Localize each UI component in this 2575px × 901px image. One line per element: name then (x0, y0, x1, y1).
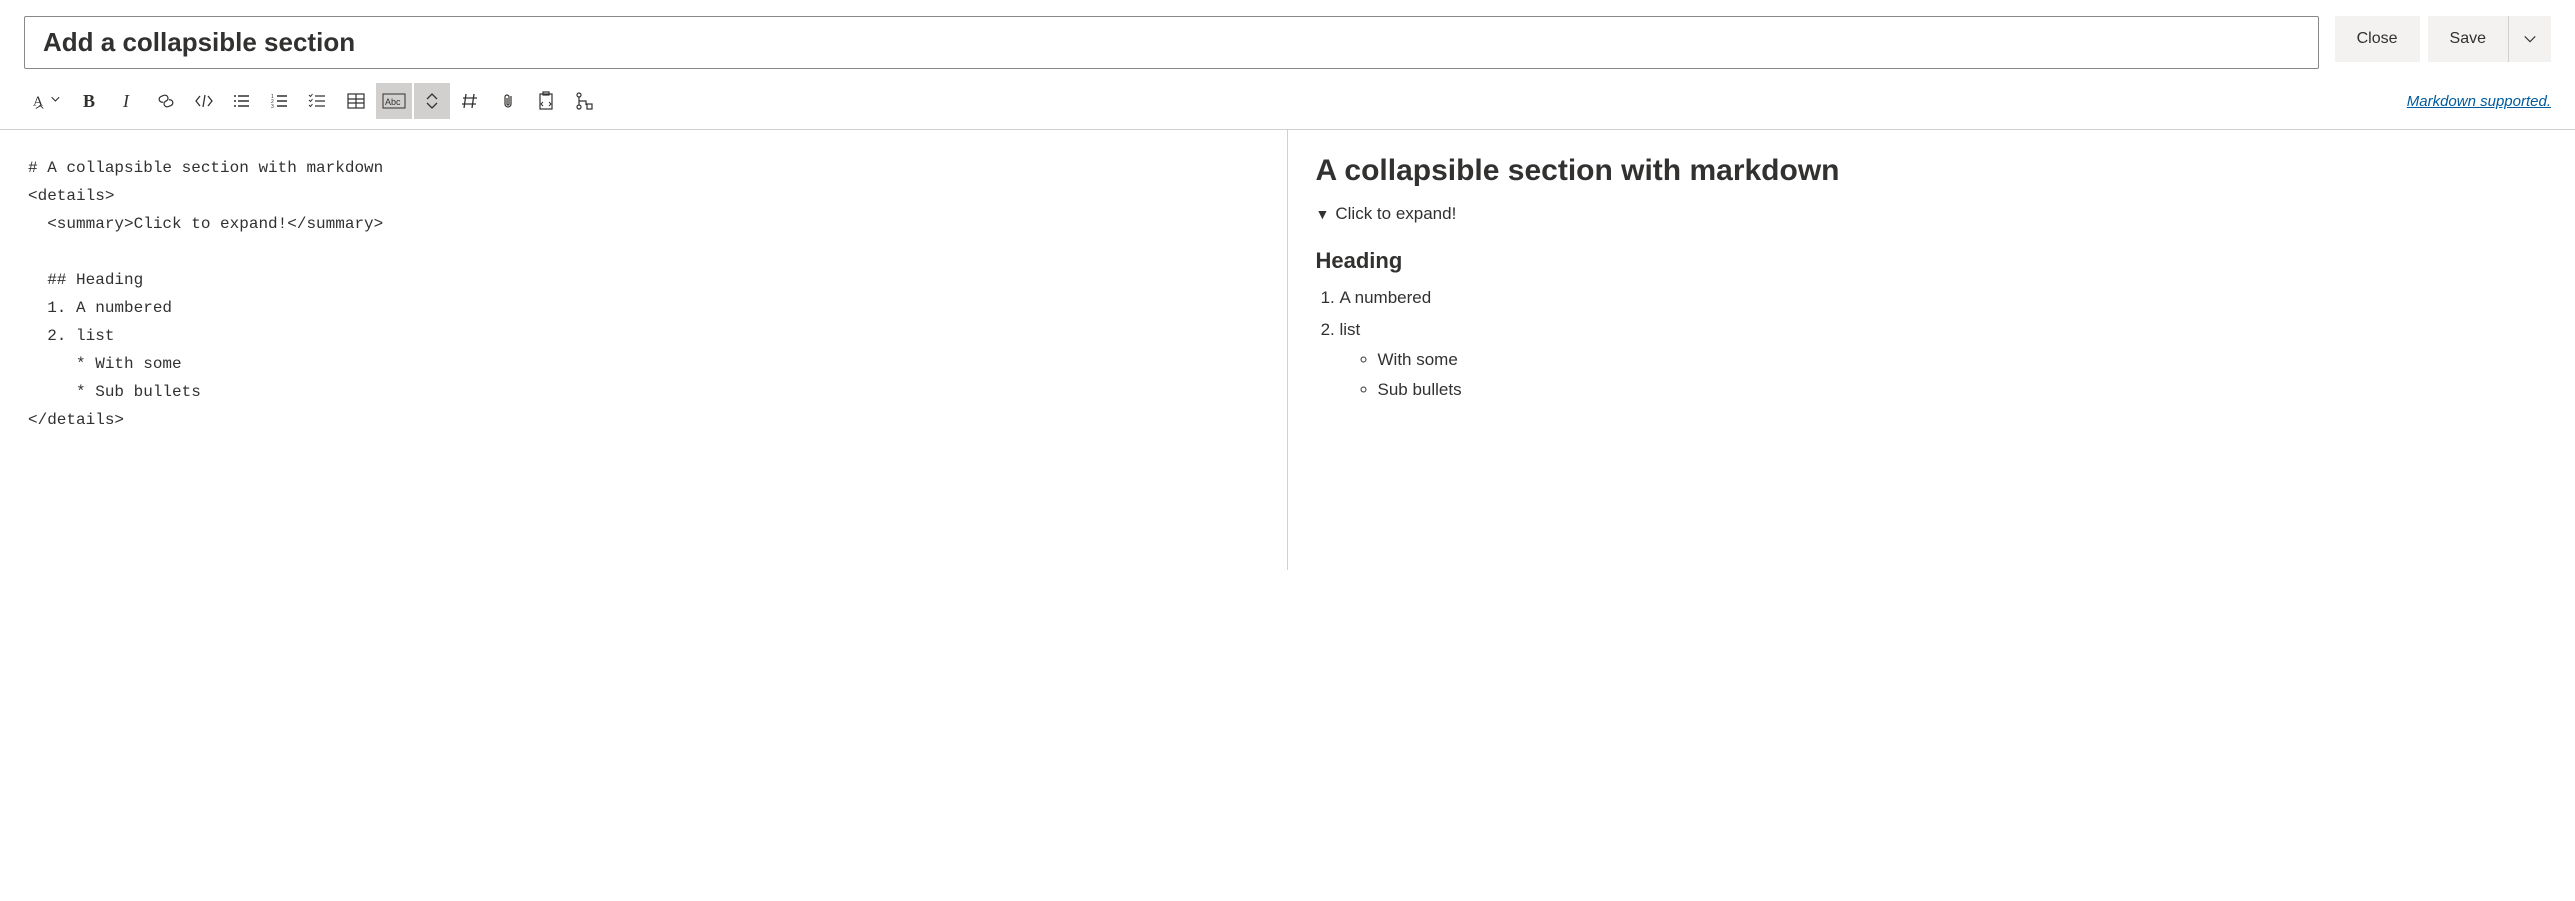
mention-button[interactable] (452, 83, 488, 119)
text-format-button[interactable]: A (24, 83, 70, 119)
svg-text:3: 3 (271, 104, 274, 110)
checklist-button[interactable] (300, 83, 336, 119)
attachment-button[interactable] (490, 83, 526, 119)
close-button[interactable]: Close (2335, 16, 2420, 62)
numbered-list-icon: 123 (270, 91, 290, 111)
markdown-editor[interactable]: # A collapsible section with markdown <d… (0, 130, 1288, 570)
table-button[interactable] (338, 83, 374, 119)
markdown-supported-link[interactable]: Markdown supported. (2407, 93, 2551, 110)
checklist-icon (308, 91, 328, 111)
list-item: With some (1378, 350, 2548, 370)
bullet-list-icon (232, 91, 252, 111)
code-button[interactable] (186, 83, 222, 119)
formatting-toolbar: A B I 123 Abc (24, 83, 602, 119)
save-dropdown-button[interactable] (2509, 16, 2551, 62)
abc-icon: Abc (382, 93, 406, 109)
preview-heading-1: A collapsible section with markdown (1316, 154, 2548, 188)
list-item: Sub bullets (1378, 380, 2548, 400)
list-item: A numbered (1340, 288, 2548, 308)
italic-button[interactable]: I (110, 83, 146, 119)
expand-collapse-icon (422, 91, 442, 111)
list-item: list With some Sub bullets (1340, 320, 2548, 400)
svg-text:B: B (83, 91, 95, 111)
details-summary[interactable]: ▼ Click to expand! (1316, 204, 2548, 224)
summary-text: Click to expand! (1335, 204, 1456, 224)
numbered-list-button[interactable]: 123 (262, 83, 298, 119)
hash-icon (460, 91, 480, 111)
title-input[interactable] (24, 16, 2319, 69)
collapsible-section-button[interactable] (414, 83, 450, 119)
bold-icon: B (80, 91, 100, 111)
code-icon (194, 91, 214, 111)
clipboard-code-button[interactable] (528, 83, 564, 119)
link-button[interactable] (148, 83, 184, 119)
preview-heading-2: Heading (1316, 248, 2548, 274)
svg-text:Abc: Abc (385, 97, 401, 107)
link-icon (156, 91, 176, 111)
branch-icon (574, 91, 594, 111)
table-icon (346, 91, 366, 111)
paperclip-icon (498, 91, 518, 111)
list-item-text: list (1340, 320, 1361, 339)
triangle-down-icon: ▼ (1316, 206, 1330, 222)
markdown-preview: A collapsible section with markdown ▼ Cl… (1288, 130, 2575, 570)
bullet-list-button[interactable] (224, 83, 260, 119)
text-format-icon: A (33, 92, 61, 110)
chevron-down-icon (2523, 32, 2537, 46)
branch-button[interactable] (566, 83, 602, 119)
bold-button[interactable]: B (72, 83, 108, 119)
save-button[interactable]: Save (2428, 16, 2509, 62)
abc-highlight-button[interactable]: Abc (376, 83, 412, 119)
svg-text:I: I (122, 91, 130, 111)
italic-icon: I (118, 91, 138, 111)
clipboard-code-icon (536, 91, 556, 111)
